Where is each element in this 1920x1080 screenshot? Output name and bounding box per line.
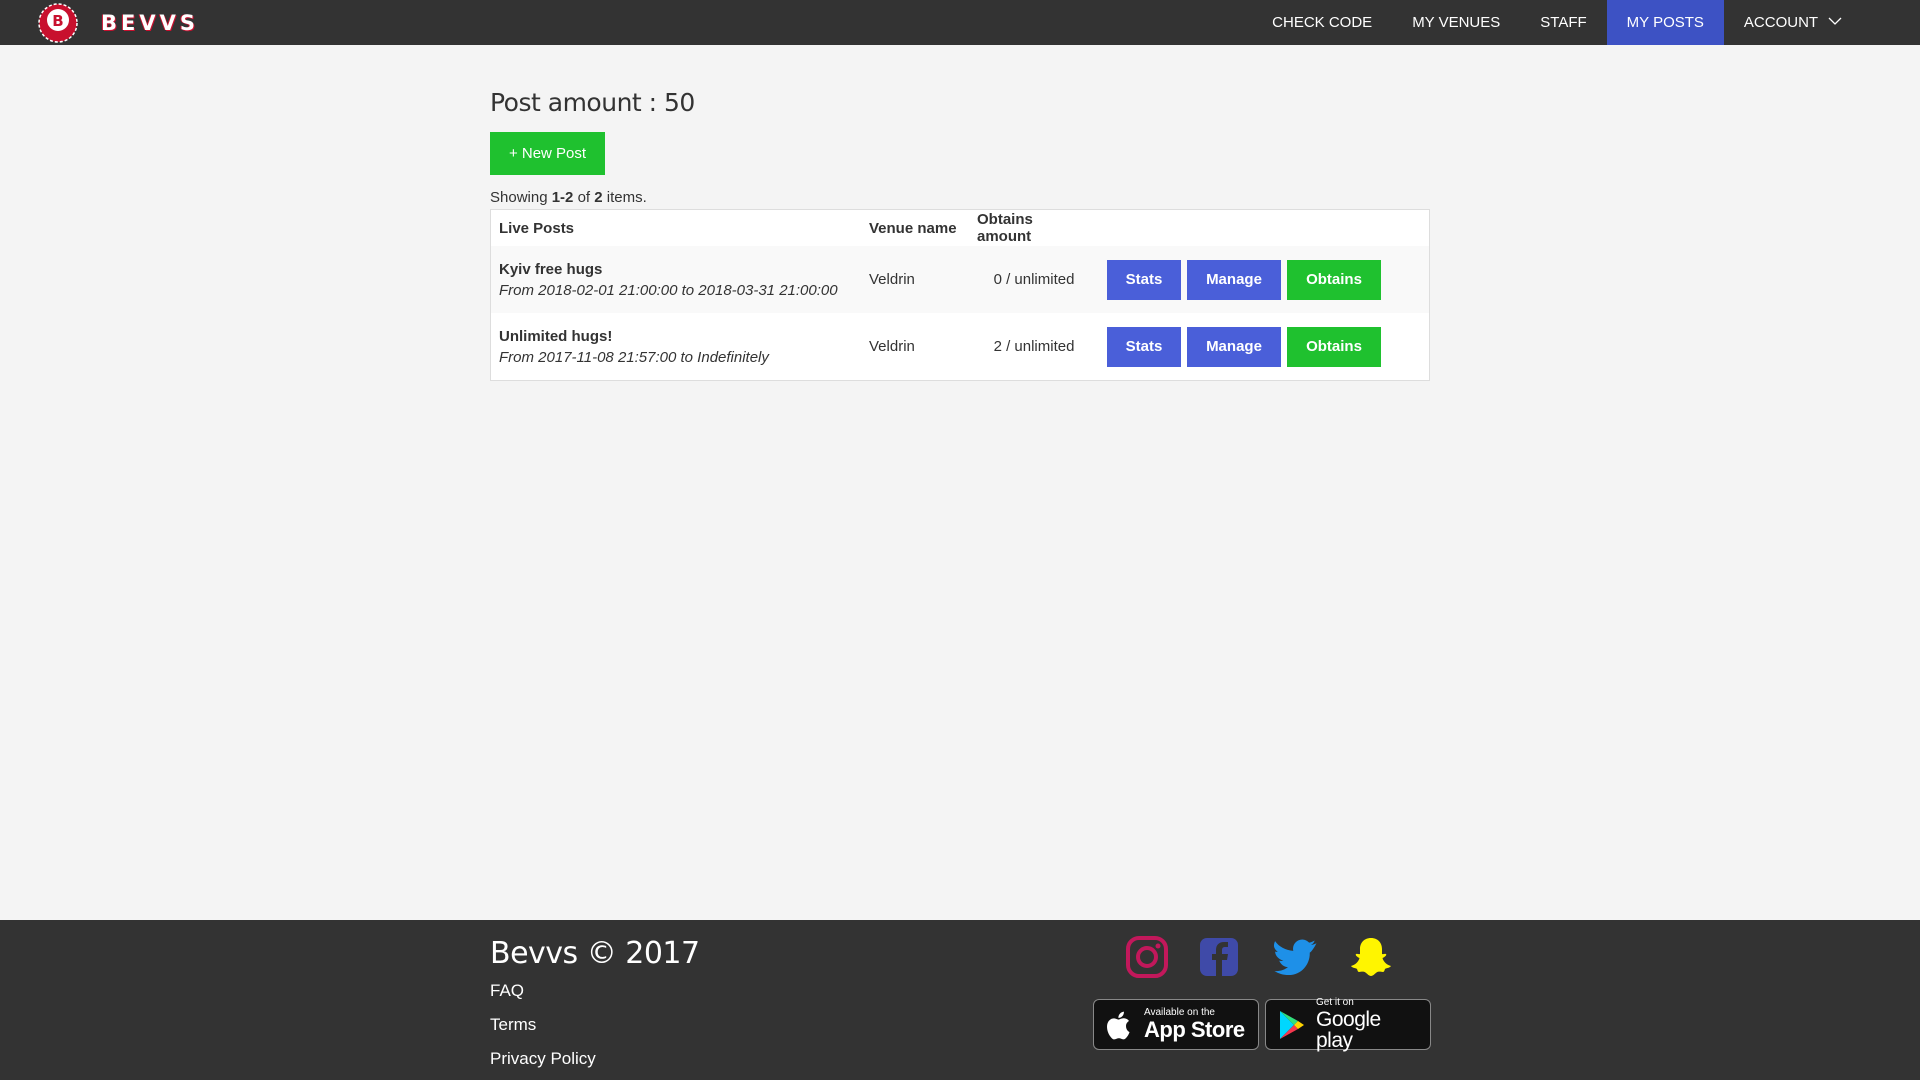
header-obtains-amount: Obtains amount [977,211,1033,245]
header-actions [1099,210,1429,246]
copyright: Bevvs © 2017 [490,936,700,971]
posts-table: Live Posts Venue name Obtains amount Kyi… [491,210,1429,380]
nav-staff[interactable]: STAFF [1520,0,1606,45]
table-header-row: Live Posts Venue name Obtains amount [491,210,1429,246]
app-store-badge[interactable]: Available on the App Store [1093,999,1259,1050]
nav-menu: CHECK CODE MY VENUES STAFF MY POSTS ACCO… [1252,0,1920,45]
page-title: Post amount : 50 [490,88,695,117]
google-play-text: Get it on Google play [1316,997,1420,1052]
google-play-icon [1280,1010,1304,1039]
app-store-badges: Available on the App Store Get it on Goo… [1093,997,1437,1052]
footer-link-terms[interactable]: Terms [490,1008,700,1042]
post-date-range: From 2017-11-08 21:57:00 to Indefinitely [499,348,769,366]
google-play-small: Get it on [1316,997,1354,1008]
header-live-posts: Live Posts [499,219,575,237]
post-cell: Kyiv free hugs From 2018-02-01 21:00:00 … [491,246,861,313]
stats-button[interactable]: Stats [1107,259,1181,300]
nav-my-posts[interactable]: MY POSTS [1606,0,1724,45]
app-store-big: App Store [1144,1017,1245,1042]
footer-link-privacy[interactable]: Privacy Policy [490,1042,700,1076]
facebook-icon[interactable] [1196,934,1242,980]
main-content: Post amount : 50 + New Post Showing 1-2 … [490,45,1430,381]
header-venue-name: Venue name [869,219,957,237]
nav-account-label: ACCOUNT [1743,14,1818,31]
footer: Bevvs © 2017 FAQ Terms Privacy Policy Av… [0,920,1920,1080]
svg-text:B: B [52,12,63,30]
twitter-icon[interactable] [1268,934,1322,980]
brand[interactable]: B BEVVS [38,3,199,43]
summary-prefix: Showing [490,189,552,206]
instagram-icon[interactable] [1124,934,1170,980]
top-navbar: B BEVVS CHECK CODE MY VENUES STAFF MY PO… [0,0,1920,45]
snapchat-icon[interactable] [1348,934,1394,980]
google-play-big: Google play [1316,1008,1381,1052]
summary-of: of [573,189,595,206]
obtains-button[interactable]: Obtains [1287,259,1381,300]
nav-account[interactable]: ACCOUNT [1724,0,1862,45]
bevvs-logo-icon: B [38,3,78,43]
google-play-badge[interactable]: Get it on Google play [1265,997,1431,1052]
summary-range: 1-2 [551,189,574,206]
app-store-text: Available on the App Store [1144,1008,1245,1041]
footer-link-faq[interactable]: FAQ [490,974,700,1008]
summary-suffix: items. [602,189,647,206]
actions-cell: Stats Manage Obtains [1099,313,1429,380]
obtains-button[interactable]: Obtains [1287,326,1381,367]
actions-cell: Stats Manage Obtains [1099,246,1429,313]
new-post-button[interactable]: + New Post [490,132,605,175]
summary-total: 2 [594,189,603,206]
manage-button[interactable]: Manage [1187,326,1281,367]
chevron-down-icon [1828,17,1842,25]
post-cell: Unlimited hugs! From 2017-11-08 21:57:00… [491,313,861,380]
nav-my-venues[interactable]: MY VENUES [1392,0,1520,45]
table-row: Unlimited hugs! From 2017-11-08 21:57:00… [491,313,1429,380]
footer-left: Bevvs © 2017 FAQ Terms Privacy Policy [490,936,700,1076]
venue-cell: Veldrin [869,271,915,288]
table-row: Kyiv free hugs From 2018-02-01 21:00:00 … [491,246,1429,313]
apple-icon [1107,1011,1130,1039]
obtains-cell: 0 / unlimited [993,271,1075,288]
social-links [1124,934,1420,980]
post-date-range: From 2018-02-01 21:00:00 to 2018-03-31 2… [499,281,838,299]
post-title: Kyiv free hugs [499,260,603,278]
grid-summary: Showing 1-2 of 2 items. [490,189,1430,206]
nav-check-code[interactable]: CHECK CODE [1252,0,1392,45]
posts-grid: Live Posts Venue name Obtains amount Kyi… [490,209,1430,381]
post-title: Unlimited hugs! [499,327,613,345]
obtains-cell: 2 / unlimited [993,338,1075,355]
manage-button[interactable]: Manage [1187,259,1281,300]
venue-cell: Veldrin [869,338,915,355]
brand-name: BEVVS [101,11,199,35]
stats-button[interactable]: Stats [1107,326,1181,367]
